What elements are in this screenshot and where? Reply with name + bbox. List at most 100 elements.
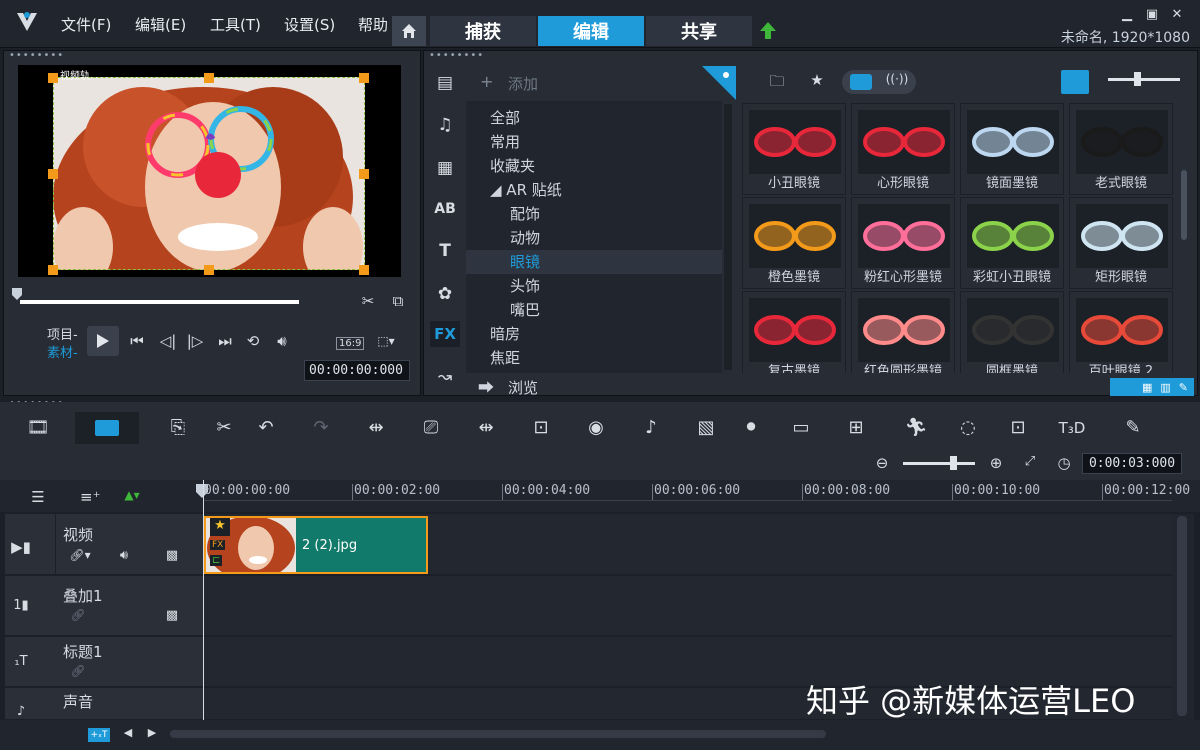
volume-icon[interactable]: 🔊︎ [272, 332, 292, 350]
ripple-edit-icon[interactable]: ▲▾ [120, 488, 144, 502]
storyboard-view-icon[interactable]: 🎞︎ [22, 415, 54, 441]
effect-thumbnail[interactable]: 粉红心形墨镜 [851, 197, 955, 289]
track-grid-icon[interactable]: ▩ [162, 548, 182, 563]
scroll-left-icon[interactable]: ◀ [122, 726, 134, 739]
preview-timecode[interactable]: 00:00:00:000 [304, 360, 410, 381]
upload-icon[interactable] [758, 20, 778, 42]
slider-thumb[interactable] [1134, 72, 1141, 86]
zoom-slider[interactable] [903, 462, 975, 465]
prev-frame-icon[interactable]: ◁| [158, 332, 178, 350]
scroll-right-icon[interactable]: ▶ [146, 726, 158, 739]
panel-grip[interactable]: •••••••• [9, 50, 64, 61]
tab-capture[interactable]: 捕获 [430, 16, 536, 46]
resize-handle[interactable] [359, 73, 369, 83]
tree-item[interactable]: 收藏夹 [466, 154, 722, 178]
menu-help[interactable]: 帮助 [358, 14, 390, 35]
fx-icon[interactable]: FX [430, 321, 460, 347]
timeline-hscroll[interactable] [170, 730, 826, 738]
add-track-icon[interactable]: +ₓT [88, 728, 110, 742]
effect-thumbnail[interactable]: 老式眼镜 [1069, 103, 1173, 195]
undo-icon[interactable]: ↶ [250, 415, 282, 441]
copy-icon[interactable]: ⧉ [388, 292, 408, 310]
add-button[interactable]: 添加 [508, 73, 538, 94]
effect-thumbnail[interactable]: 复古墨镜 [742, 291, 846, 373]
tab-share[interactable]: 共享 [646, 16, 752, 46]
menu-settings[interactable]: 设置(S) [284, 14, 335, 35]
track-lane-overlay[interactable] [204, 576, 1172, 636]
time-remap-icon[interactable]: 🏃︎ [900, 415, 932, 441]
track-add-icon[interactable]: ≡⁺ [80, 488, 101, 506]
link-icon[interactable]: 🔗︎ [68, 664, 88, 678]
browse-icon[interactable]: ⮕ [478, 374, 494, 398]
effect-thumbnail[interactable]: 矩形眼镜 [1069, 197, 1173, 289]
tree-item[interactable]: 焦距 [466, 346, 722, 370]
close-icon[interactable]: ✕ [1168, 6, 1186, 24]
sound-mixer-icon[interactable]: ♪ [635, 415, 667, 441]
zoom-out-icon[interactable]: ⊖ [872, 454, 892, 472]
redo-icon[interactable]: ↷ [305, 415, 337, 441]
add-icon[interactable]: + [480, 72, 493, 91]
aspect-ratio[interactable]: 16:9 [336, 337, 365, 350]
menu-tools[interactable]: 工具(T) [210, 14, 261, 35]
tree-item[interactable]: 全部 [466, 106, 722, 130]
selection-box[interactable] [53, 77, 365, 270]
pin-icon[interactable] [702, 66, 736, 100]
title-ab-icon[interactable]: AB [430, 196, 460, 222]
menu-file[interactable]: 文件(F) [61, 14, 111, 35]
folder-add-icon[interactable]: 🗀 [766, 71, 788, 96]
panel-grip[interactable]: •••••••• [429, 50, 484, 61]
scrubber-handle-icon[interactable] [12, 285, 22, 300]
auto-music-icon[interactable]: ▧ [690, 415, 722, 441]
video-view-icon[interactable] [850, 74, 872, 90]
effect-thumbnail[interactable]: 红色圆形墨镜 [851, 291, 955, 373]
music-icon[interactable]: ♫ [430, 112, 460, 138]
audio-track-icon[interactable]: ♪ [10, 704, 32, 719]
tree-item[interactable]: 配饰 [466, 202, 722, 226]
zoom-in-icon[interactable]: ⊕ [986, 454, 1006, 472]
resize-handle[interactable] [204, 265, 214, 275]
effect-thumbnail[interactable]: 圆框墨镜 [960, 291, 1064, 373]
tree-scrollbar[interactable] [724, 104, 732, 370]
tools-icon[interactable]: ✂ [208, 415, 240, 441]
video-track-icon[interactable]: ▶▮ [10, 538, 32, 556]
resize-handle[interactable] [48, 73, 58, 83]
list-view-icon[interactable] [1061, 70, 1089, 94]
browse-button[interactable]: 浏览 [508, 377, 538, 398]
thumb-size-slider[interactable] [1108, 78, 1180, 81]
subtitle-icon[interactable]: ▭ [785, 415, 817, 441]
track-grid-icon[interactable]: ▩ [162, 608, 182, 623]
effect-thumbnail[interactable]: 彩虹小丑眼镜 [960, 197, 1064, 289]
go-start-icon[interactable]: ⏮ [127, 332, 147, 350]
path-icon[interactable]: ↝ [430, 364, 460, 390]
tree-item[interactable]: 眼镜 [466, 250, 722, 274]
color-grade-icon[interactable]: ✎ [1117, 415, 1149, 441]
thumb-scrollbar[interactable] [1181, 170, 1187, 240]
motion-track-icon[interactable]: ⚫ [735, 415, 767, 441]
multicam-icon[interactable]: ⊞ [840, 415, 872, 441]
go-end-icon[interactable]: ⏭ [215, 332, 235, 350]
ripple-icon[interactable]: ⊡ [525, 415, 557, 441]
timeline-vscroll-thumb[interactable] [1177, 516, 1187, 716]
thumbs-icon[interactable]: ▥ [1160, 381, 1170, 394]
3d-title-icon[interactable]: T₃D [1056, 415, 1088, 441]
overlay-track-icon[interactable]: 1▮ [10, 598, 32, 613]
title-track-icon[interactable]: ₁T [10, 654, 32, 669]
audio-view-icon[interactable]: ((·)) [884, 72, 910, 86]
replace-icon[interactable]: ⎚ [415, 415, 447, 441]
link-icon[interactable]: 🔗︎▾ [68, 548, 92, 562]
effect-thumbnail[interactable]: 心形眼镜 [851, 103, 955, 195]
pan-zoom-icon[interactable]: ⊡ [1002, 415, 1034, 441]
media-icon[interactable]: ▤ [430, 70, 460, 96]
tree-item[interactable]: 头饰 [466, 274, 722, 298]
tree-item[interactable]: 暗房 [466, 322, 722, 346]
scissors-icon[interactable]: ✂ [358, 292, 378, 310]
split-icon[interactable]: ⇹ [470, 415, 502, 441]
favorite-add-icon[interactable]: ★ [806, 71, 828, 89]
resize-handle[interactable] [359, 265, 369, 275]
timeline-timecode[interactable]: 0:00:03:000 [1082, 453, 1182, 474]
storyboard-icon[interactable]: ▦ [1142, 381, 1152, 394]
crop-icon[interactable]: ⬚▾ [374, 334, 398, 348]
effect-thumbnail[interactable]: 橙色墨镜 [742, 197, 846, 289]
graphics-icon[interactable]: ✿ [430, 281, 460, 307]
tab-edit[interactable]: 编辑 [538, 16, 644, 46]
